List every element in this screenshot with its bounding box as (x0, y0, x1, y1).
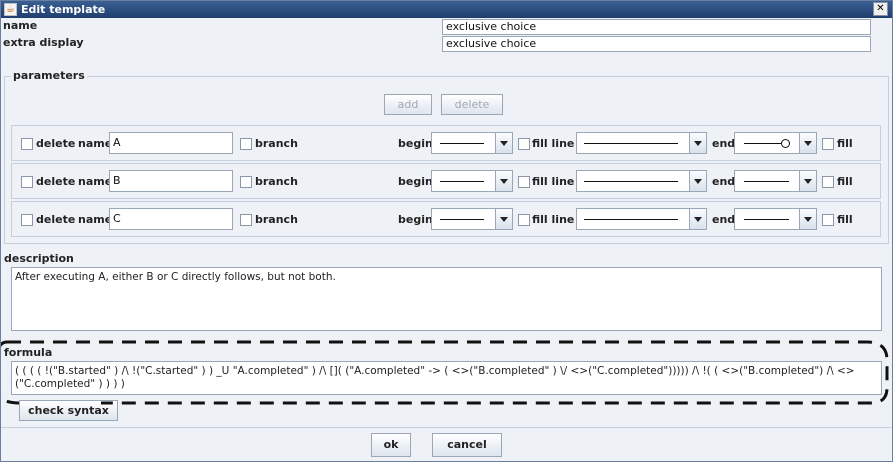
close-icon: ✕ (876, 3, 885, 14)
close-button[interactable]: ✕ (873, 2, 888, 16)
delete-label: delete (36, 213, 76, 226)
chevron-down-icon (495, 209, 512, 229)
fill-line-checkbox[interactable] (518, 214, 530, 226)
edit-template-dialog: ☕ Edit template ✕ name exclusive choice … (0, 0, 893, 462)
branch-checkbox[interactable] (240, 176, 252, 188)
name-label: name (78, 175, 113, 188)
name-label: name (3, 19, 38, 32)
branch-label: branch (255, 213, 298, 226)
branch-checkbox[interactable] (240, 214, 252, 226)
line-icon (440, 143, 484, 144)
begin-style-select[interactable] (431, 208, 513, 230)
line-icon (744, 143, 781, 144)
fill-line-label: fill line (532, 213, 575, 226)
java-app-icon: ☕ (4, 3, 17, 16)
circle-end-icon (781, 139, 790, 148)
chevron-down-icon (689, 133, 706, 153)
parameter-name-field[interactable]: C (109, 208, 233, 230)
fill-label: fill (837, 213, 853, 226)
parameter-row: delete name A branch begin fill line end… (11, 125, 881, 161)
line-icon (744, 219, 789, 220)
check-syntax-button[interactable]: check syntax (19, 400, 118, 421)
line-icon (744, 181, 789, 182)
end-style-select[interactable] (734, 170, 817, 192)
fill-line-checkbox[interactable] (518, 138, 530, 150)
begin-label: begin (398, 175, 433, 188)
begin-label: begin (398, 213, 433, 226)
fill-label: fill (837, 175, 853, 188)
delete-checkbox[interactable] (21, 138, 33, 150)
description-title: description (4, 252, 74, 265)
delete-checkbox[interactable] (21, 214, 33, 226)
line-icon (584, 181, 678, 182)
end-label: end (712, 137, 736, 150)
name-field[interactable]: exclusive choice (442, 19, 871, 35)
delete-label: delete (36, 175, 76, 188)
delete-label: delete (36, 137, 76, 150)
begin-style-select[interactable] (431, 132, 513, 154)
fill-line-select[interactable] (576, 132, 707, 154)
ok-button[interactable]: ok (371, 433, 411, 457)
fill-checkbox[interactable] (822, 176, 834, 188)
line-icon (584, 219, 678, 220)
end-label: end (712, 175, 736, 188)
end-style-select[interactable] (734, 208, 817, 230)
branch-label: branch (255, 175, 298, 188)
chevron-down-icon (799, 209, 816, 229)
add-parameter-button[interactable]: add (384, 94, 432, 115)
name-label: name (78, 137, 113, 150)
cancel-button[interactable]: cancel (432, 433, 502, 457)
extra-display-field[interactable]: exclusive choice (442, 36, 871, 52)
chevron-down-icon (689, 171, 706, 191)
fill-label: fill (837, 137, 853, 150)
extra-display-label: extra display (3, 36, 84, 49)
fill-line-label: fill line (532, 137, 575, 150)
parameter-row: delete name C branch begin fill line end… (11, 201, 881, 237)
window-title: Edit template (21, 3, 106, 16)
formula-title: formula (4, 346, 53, 359)
chevron-down-icon (799, 171, 816, 191)
parameters-title: parameters (11, 69, 87, 82)
branch-label: branch (255, 137, 298, 150)
line-icon (584, 143, 678, 144)
title-bar[interactable]: ☕ Edit template ✕ (1, 1, 892, 18)
fill-checkbox[interactable] (822, 214, 834, 226)
formula-textarea[interactable]: ( ( ( ( !("B.started" ) /\ !("C.started"… (11, 361, 882, 395)
fill-line-label: fill line (532, 175, 575, 188)
parameter-name-field[interactable]: A (109, 132, 233, 154)
end-style-select[interactable] (734, 132, 817, 154)
parameter-row: delete name B branch begin fill line end… (11, 163, 881, 199)
chevron-down-icon (689, 209, 706, 229)
chevron-down-icon (495, 133, 512, 153)
begin-style-select[interactable] (431, 170, 513, 192)
description-textarea[interactable]: After executing A, either B or C directl… (11, 267, 882, 331)
line-icon (440, 219, 484, 220)
footer-divider (1, 427, 892, 428)
fill-line-checkbox[interactable] (518, 176, 530, 188)
delete-checkbox[interactable] (21, 176, 33, 188)
end-label: end (712, 213, 736, 226)
fill-line-select[interactable] (576, 170, 707, 192)
line-icon (440, 181, 484, 182)
fill-checkbox[interactable] (822, 138, 834, 150)
fill-line-select[interactable] (576, 208, 707, 230)
branch-checkbox[interactable] (240, 138, 252, 150)
chevron-down-icon (799, 133, 816, 153)
parameter-name-field[interactable]: B (109, 170, 233, 192)
begin-label: begin (398, 137, 433, 150)
chevron-down-icon (495, 171, 512, 191)
delete-parameter-button[interactable]: delete (441, 94, 503, 115)
name-label: name (78, 213, 113, 226)
